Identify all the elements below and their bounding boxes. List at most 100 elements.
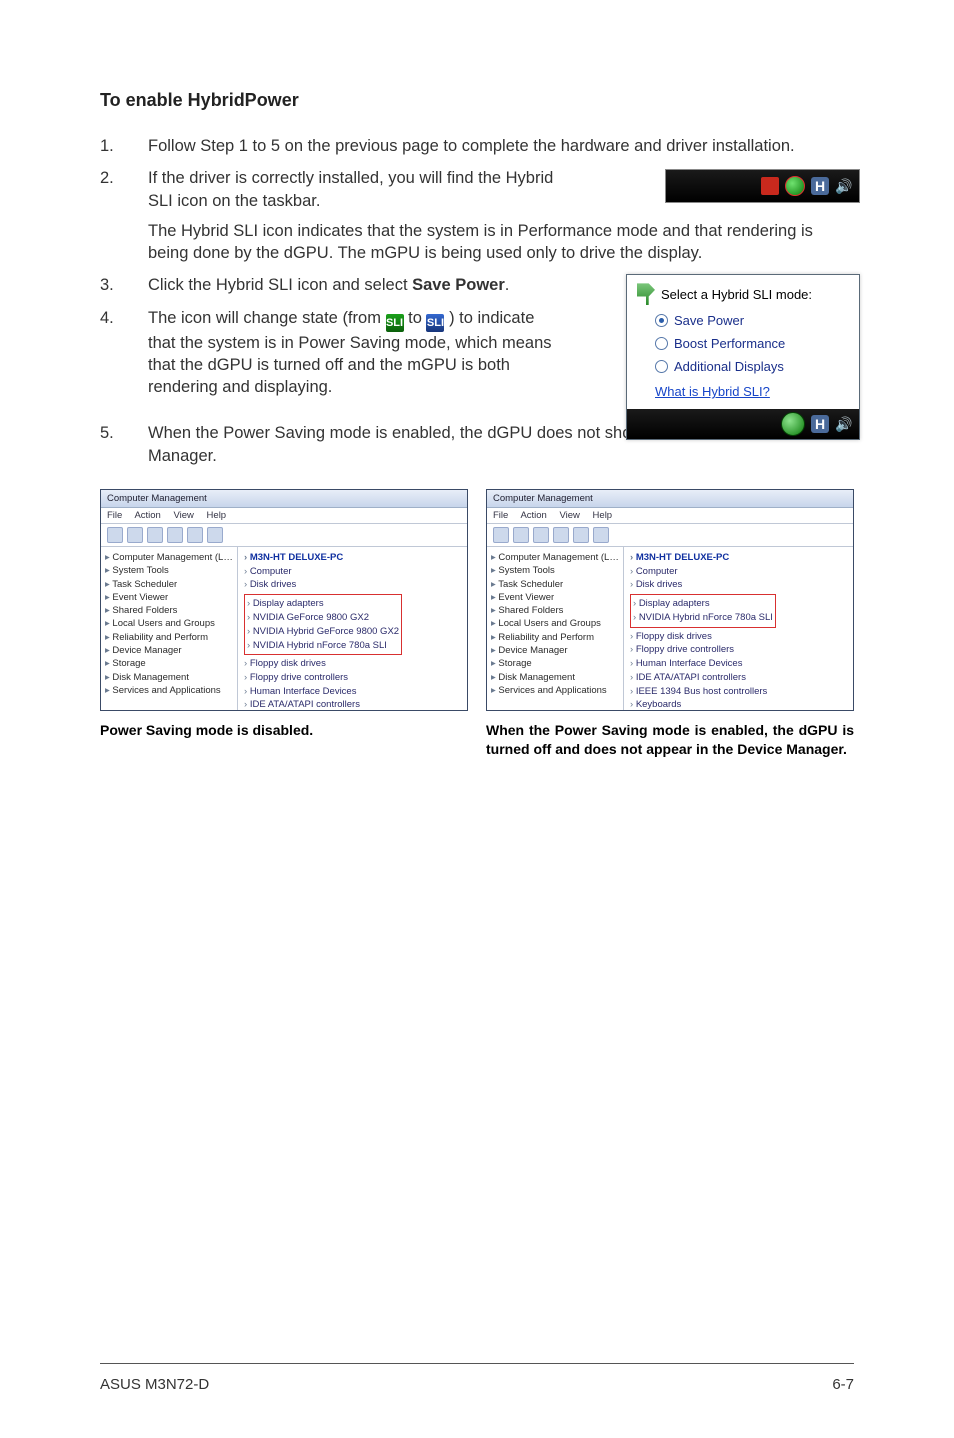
tree-item: Reliability and Perform — [491, 631, 619, 644]
device-item: Keyboards — [630, 698, 847, 711]
menu-item: View — [173, 510, 193, 521]
icon-label: SLI — [386, 314, 404, 332]
tree-item: Event Viewer — [491, 591, 619, 604]
device-item: Disk drives — [630, 578, 847, 592]
menu-item: File — [493, 510, 508, 521]
footer-product: ASUS M3N72-D — [100, 1376, 209, 1393]
taskbar-volume-icon: 🔊 — [835, 415, 853, 433]
tree-item: Computer Management (Local — [105, 551, 233, 564]
popup-option-save-power: Save Power — [627, 309, 859, 332]
device-item: NVIDIA Hybrid nForce 780a SLI — [247, 639, 399, 653]
device-item: Display adapters — [633, 597, 773, 611]
popup-option-displays: Additional Displays — [627, 355, 859, 378]
tree-item: Disk Management — [491, 671, 619, 684]
step-bold-term: Save Power — [412, 276, 505, 294]
tree-pane: Computer Management (Local System Tools … — [101, 547, 238, 711]
device-item: Disk drives — [244, 578, 461, 592]
sli-blue-icon: SLI — [426, 314, 444, 332]
hybrid-sli-icon — [785, 176, 805, 196]
screenshot-caption: Power Saving mode is disabled. — [100, 721, 468, 740]
step-number: 2. — [100, 167, 148, 264]
menu-item: Help — [207, 510, 227, 521]
menu-bar: File Action View Help — [487, 508, 853, 524]
tree-item: Task Scheduler — [491, 578, 619, 591]
tree-pane: Computer Management (Local System Tools … — [487, 547, 624, 711]
window-title: Computer Management — [487, 490, 853, 508]
tree-item: Services and Applications — [491, 684, 619, 697]
menu-item: File — [107, 510, 122, 521]
device-item: NVIDIA GeForce 9800 GX2 — [247, 611, 399, 625]
window-title: Computer Management — [101, 490, 467, 508]
taskbar-safely-remove-icon — [761, 177, 779, 195]
device-item: Computer — [244, 565, 461, 579]
popup-option-label: Additional Displays — [674, 359, 784, 374]
tree-item: Shared Folders — [491, 604, 619, 617]
device-item: Human Interface Devices — [630, 657, 847, 671]
flag-icon — [637, 283, 655, 305]
taskbar-lang-icon: H — [811, 177, 829, 195]
device-item: IDE ATA/ATAPI controllers — [630, 671, 847, 685]
display-adapters-highlight: Display adapters NVIDIA Hybrid nForce 78… — [630, 594, 776, 628]
tree-item: Computer Management (Local — [491, 551, 619, 564]
device-item: IDE ATA/ATAPI controllers — [244, 698, 461, 711]
radio-icon — [655, 360, 668, 373]
step-text: Click the Hybrid SLI icon and select — [148, 276, 412, 294]
toolbar — [487, 524, 853, 547]
radio-icon — [655, 314, 668, 327]
device-item: NVIDIA Hybrid GeForce 9800 GX2 — [247, 625, 399, 639]
step-text: . — [505, 276, 510, 294]
tree-item: Device Manager — [105, 644, 233, 657]
icon-label: SLI — [426, 314, 444, 332]
popup-link: What is Hybrid SLI? — [627, 378, 859, 409]
device-manager-screenshot-enabled: Computer Management File Action View Hel… — [486, 489, 854, 711]
step-text: If the driver is correctly installed, yo… — [148, 167, 578, 212]
tree-item: Services and Applications — [105, 684, 233, 697]
display-adapters-highlight: Display adapters NVIDIA GeForce 9800 GX2… — [244, 594, 402, 655]
tree-item: System Tools — [105, 564, 233, 577]
device-item: Floppy drive controllers — [244, 671, 461, 685]
tree-item: Storage — [105, 657, 233, 670]
toolbar — [101, 524, 467, 547]
sli-green-icon: SLI — [386, 314, 404, 332]
tree-item: Task Scheduler — [105, 578, 233, 591]
section-heading: To enable HybridPower — [100, 90, 854, 111]
step-text: to — [408, 309, 426, 327]
tree-item: Shared Folders — [105, 604, 233, 617]
tree-item: Event Viewer — [105, 591, 233, 604]
device-item: Floppy drive controllers — [630, 643, 847, 657]
device-item: NVIDIA Hybrid nForce 780a SLI — [633, 611, 773, 625]
tree-item: System Tools — [491, 564, 619, 577]
devices-pane: M3N-HT DELUXE-PC Computer Disk drives Di… — [238, 547, 467, 711]
hybrid-sli-popup-screenshot: Select a Hybrid SLI mode: Save Power Boo… — [626, 274, 860, 440]
tree-item: Reliability and Perform — [105, 631, 233, 644]
radio-icon — [655, 337, 668, 350]
device-manager-screenshot-disabled: Computer Management File Action View Hel… — [100, 489, 468, 711]
menu-item: Action — [520, 510, 546, 521]
device-root: M3N-HT DELUXE-PC — [630, 551, 847, 565]
screenshot-caption: When the Power Saving mode is enabled, t… — [486, 721, 854, 759]
tree-item: Device Manager — [491, 644, 619, 657]
device-item: Human Interface Devices — [244, 685, 461, 699]
tree-item: Local Users and Groups — [105, 617, 233, 630]
device-item: Computer — [630, 565, 847, 579]
footer-page-number: 6-7 — [832, 1376, 854, 1393]
device-root: M3N-HT DELUXE-PC — [244, 551, 461, 565]
devices-pane: M3N-HT DELUXE-PC Computer Disk drives Di… — [624, 547, 853, 711]
step-number: 4. — [100, 307, 148, 399]
taskbar-volume-icon: 🔊 — [835, 177, 853, 195]
step-text: Follow Step 1 to 5 on the previous page … — [148, 135, 854, 157]
taskbar-lang-icon: H — [811, 415, 829, 433]
tree-item: Storage — [491, 657, 619, 670]
popup-option-label: Boost Performance — [674, 336, 785, 351]
tree-item: Local Users and Groups — [491, 617, 619, 630]
device-item: Floppy disk drives — [630, 630, 847, 644]
step-text: The icon will change state (from — [148, 309, 386, 327]
device-item: Display adapters — [247, 597, 399, 611]
hybrid-sli-icon — [781, 412, 805, 436]
menu-item: Action — [134, 510, 160, 521]
step-number: 1. — [100, 135, 148, 157]
step-number: 3. — [100, 274, 148, 296]
step-number: 5. — [100, 422, 148, 467]
step-subtext: The Hybrid SLI icon indicates that the s… — [148, 220, 854, 265]
popup-title: Select a Hybrid SLI mode: — [661, 287, 812, 302]
